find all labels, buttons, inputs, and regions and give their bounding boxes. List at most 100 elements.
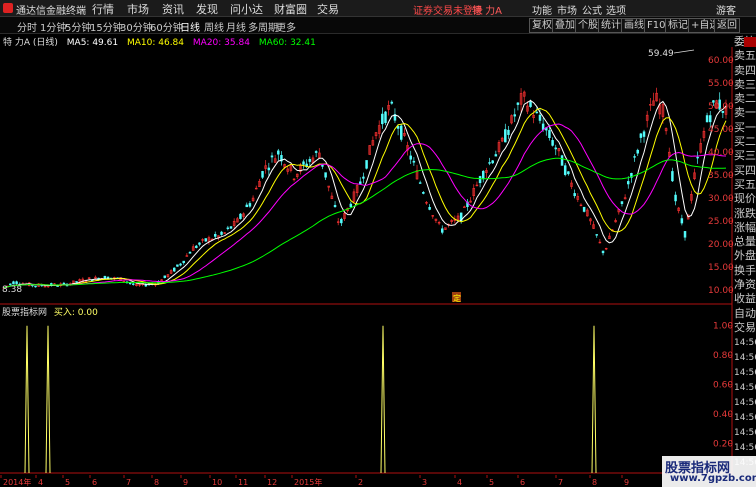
menu-function[interactable]: 功能 xyxy=(532,2,552,17)
buy-signal-spike xyxy=(45,325,51,474)
period-60min[interactable]: 60分钟 xyxy=(150,19,183,34)
sidebar-label: 卖四 xyxy=(734,63,756,77)
candle-body xyxy=(554,147,557,150)
period-15min[interactable]: 15分钟 xyxy=(90,19,123,34)
candle-body xyxy=(491,160,494,164)
trade-time: 14:56 xyxy=(734,427,756,438)
sidebar-label: 净资 xyxy=(734,278,756,292)
trade-label[interactable]: 自动 xyxy=(734,307,756,321)
candle-body xyxy=(418,182,422,184)
indicator-axis: 1.00 0.80 0.60 0.40 0.20 xyxy=(713,322,733,450)
time-tick-label: 8 xyxy=(592,478,597,487)
sidebar-label: 卖一 xyxy=(734,106,756,120)
sidebar-label: 换手 xyxy=(734,263,756,277)
menu-news[interactable]: 资讯 xyxy=(162,1,184,17)
candle-body xyxy=(538,114,542,121)
time-axis: 2014年 4 5 6 7 8 9 10 11 12 2015年 2 3 4 5 6 7 8 9 xyxy=(0,475,629,487)
time-tick-label: 7 xyxy=(126,478,131,487)
menu-hangqing[interactable]: 行情 xyxy=(92,1,114,17)
time-tick-label: 2014年 xyxy=(3,477,31,487)
period-weekly[interactable]: 周线 xyxy=(204,19,224,34)
sidebar-label: 卖五 xyxy=(734,49,756,63)
time-tick-label: 4 xyxy=(38,478,43,487)
time-tick-label: 12 xyxy=(267,478,277,487)
buy-signal-spike xyxy=(591,325,597,474)
menu-trade[interactable]: 交易 xyxy=(317,1,339,17)
period-monthly[interactable]: 月线 xyxy=(226,19,246,34)
trade-label[interactable]: 交易 xyxy=(734,321,756,335)
menu-discover[interactable]: 发现 xyxy=(196,1,218,17)
sidebar-label: 涨跌 xyxy=(734,206,756,220)
time-tick-label: 9 xyxy=(183,478,188,487)
candle-body xyxy=(12,281,15,285)
candle-body xyxy=(188,251,192,254)
buy-signal-spike xyxy=(24,325,30,474)
candle-body xyxy=(400,125,403,140)
sidebar-label: 现价 xyxy=(734,192,756,206)
sidebar-label: 收益 xyxy=(734,292,756,306)
ma20-line xyxy=(3,123,727,289)
price-tick-label: 35.00 xyxy=(708,171,734,181)
menu-ask-xiaoda[interactable]: 问小达 xyxy=(230,1,263,17)
menu-wealth[interactable]: 财富圈 xyxy=(274,1,307,17)
candle-body xyxy=(362,176,365,179)
candle-body xyxy=(248,203,252,207)
back-button[interactable]: 返回 xyxy=(714,18,740,33)
candle-body xyxy=(428,207,431,210)
price-tick-label: 25.00 xyxy=(708,217,734,227)
time-tick-label: 8 xyxy=(154,478,159,487)
period-30min[interactable]: 30分钟 xyxy=(120,19,153,34)
price-tick-label: 10.00 xyxy=(708,286,734,296)
candle-body xyxy=(463,206,466,208)
candle-body xyxy=(567,171,570,175)
candle-body xyxy=(573,193,576,197)
period-daily[interactable]: 日线 xyxy=(180,19,200,34)
candle-body xyxy=(639,133,643,138)
candle-body xyxy=(270,155,274,158)
menu-options[interactable]: 选项 xyxy=(606,2,626,17)
ma5-line xyxy=(3,99,727,289)
candle-body xyxy=(541,123,545,130)
trade-sidebar: 自动交易 14:56 14:56 14:56 14:56 14:56 14:56 14:56 1… xyxy=(734,307,756,471)
menu-market[interactable]: 市场 xyxy=(127,1,149,17)
candle-body xyxy=(163,275,167,278)
min-price-label: 8.38 xyxy=(2,285,22,295)
candle-body xyxy=(560,155,564,166)
candle-body xyxy=(267,167,271,171)
indicator-chart[interactable]: 1.00 0.80 0.60 0.40 0.20 xyxy=(0,305,734,475)
time-tick-label: 11 xyxy=(238,478,248,487)
candle-body xyxy=(349,203,353,208)
period-5min[interactable]: 5分钟 xyxy=(65,19,91,34)
candle-body xyxy=(239,213,242,219)
candle-body xyxy=(708,115,712,123)
price-tick-label: 30.00 xyxy=(708,194,734,204)
candle-body xyxy=(627,181,630,185)
candle-body xyxy=(582,206,586,212)
period-timeshare[interactable]: 分时 xyxy=(17,19,37,34)
indicator-tick-label: 0.20 xyxy=(713,440,733,450)
candle-body xyxy=(384,111,387,123)
trade-time: 14:56 xyxy=(734,352,756,363)
price-tick-label: 20.00 xyxy=(708,240,734,250)
period-1min[interactable]: 1分钟 xyxy=(40,19,66,34)
kline-chart[interactable]: 60.00 55.00 50.00 45.00 40.00 35.00 30.00 25.00… xyxy=(0,47,734,305)
sidebar-label: 涨幅 xyxy=(734,220,756,234)
candle-body xyxy=(529,101,532,107)
candle-body xyxy=(488,162,491,164)
period-multi[interactable]: 多周期 xyxy=(248,19,278,34)
period-more[interactable]: 更多 xyxy=(276,19,296,34)
menu-market-right[interactable]: 市场 xyxy=(557,2,577,17)
sidebar-label: 买一 xyxy=(734,120,756,134)
candle-body xyxy=(144,284,148,287)
guest-user[interactable]: 游客 xyxy=(716,2,736,17)
candle-body xyxy=(204,238,208,242)
candle-body xyxy=(132,283,135,285)
candle-body xyxy=(478,176,482,184)
candle-body xyxy=(494,154,498,157)
candle-body xyxy=(324,172,327,178)
candle-body xyxy=(504,129,507,143)
candle-body xyxy=(308,159,312,162)
menu-formula[interactable]: 公式 xyxy=(582,2,602,17)
candle-body xyxy=(440,228,444,233)
candle-body xyxy=(516,102,520,105)
